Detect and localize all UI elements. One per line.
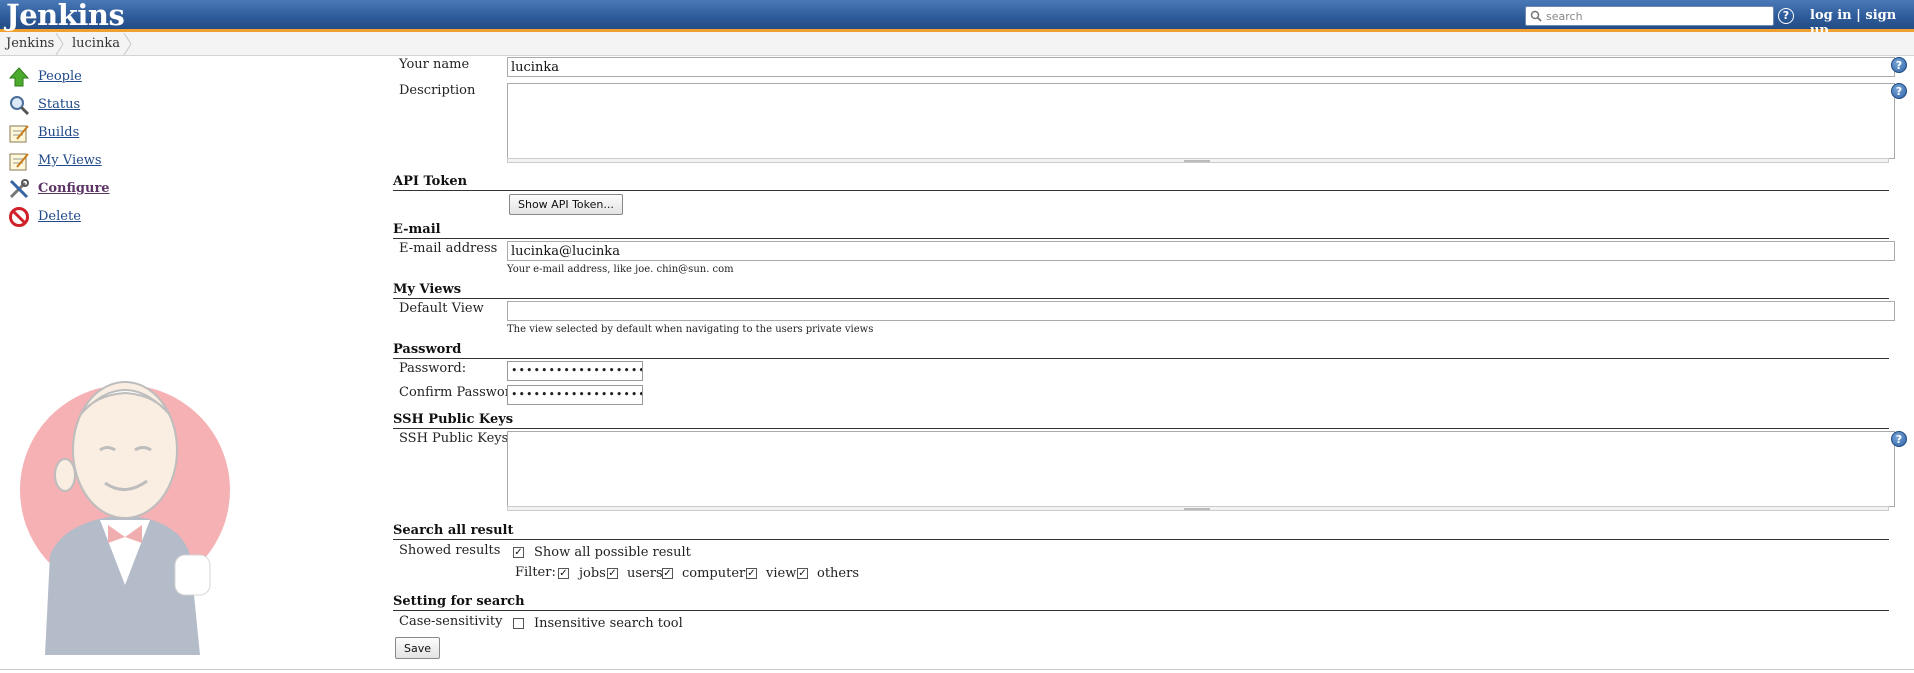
search-all-result-section-title: Search all result	[393, 523, 1889, 540]
filter-label: Filter:	[515, 565, 556, 580]
sidebar-item-label[interactable]: Builds	[38, 125, 79, 140]
filter-users-label: users	[627, 566, 663, 581]
insensitive-search-checkbox[interactable]	[513, 618, 524, 629]
api-token-section-title: API Token	[393, 174, 1889, 191]
footer-divider	[0, 669, 1914, 670]
sidebar-item-label[interactable]: Delete	[38, 209, 81, 224]
sidebar-item-label[interactable]: Status	[38, 97, 80, 112]
no-entry-icon	[9, 207, 29, 227]
up-arrow-icon	[8, 67, 30, 87]
email-input[interactable]	[507, 241, 1895, 261]
help-icon[interactable]: ?	[1891, 83, 1907, 99]
top-header: Jenkins ? log in | sign up	[0, 0, 1914, 38]
sidebar-item-label[interactable]: Configure	[38, 181, 110, 196]
confirm-password-label: Confirm Password:	[399, 385, 524, 400]
notepad-icon	[9, 125, 29, 143]
search-input[interactable]	[1546, 7, 1770, 25]
ssh-keys-section-title: SSH Public Keys	[393, 412, 1889, 429]
email-label: E-mail address	[399, 241, 498, 256]
jenkins-mascot-image	[20, 381, 230, 655]
ssh-keys-textarea[interactable]	[507, 431, 1895, 507]
jenkins-logo[interactable]: Jenkins	[6, 0, 125, 32]
help-icon[interactable]: ?	[1891, 431, 1907, 447]
setting-for-search-section-title: Setting for search	[393, 594, 1889, 611]
tools-icon	[9, 179, 29, 199]
email-hint: Your e-mail address, like joe. chin@sun.…	[507, 264, 734, 275]
password-section-title: Password	[393, 342, 1889, 359]
sidebar-item-label[interactable]: People	[38, 69, 82, 84]
my-views-section-title: My Views	[393, 282, 1889, 299]
description-label: Description	[399, 83, 476, 98]
show-all-checkbox[interactable]: ✓	[513, 547, 524, 558]
case-sensitivity-label: Case-sensitivity	[399, 614, 503, 629]
default-view-input[interactable]	[507, 301, 1895, 321]
breadcrumb-separator-icon	[123, 33, 132, 55]
ssh-keys-label: SSH Public Keys	[399, 431, 509, 446]
show-api-token-button[interactable]: Show API Token...	[509, 194, 623, 215]
breadcrumb-item-lucinka[interactable]: lucinka	[72, 36, 120, 51]
confirm-password-input[interactable]: ••••••••••••••••••••••	[507, 385, 643, 405]
default-view-label: Default View	[399, 301, 484, 316]
filter-computers-label: computers	[682, 566, 752, 581]
save-button[interactable]: Save	[395, 637, 441, 659]
help-icon[interactable]: ?	[1778, 8, 1794, 24]
magnifier-icon	[10, 96, 30, 116]
filter-jobs-checkbox[interactable]: ✓	[558, 568, 569, 579]
sidebar-item-label[interactable]: My Views	[38, 153, 102, 168]
description-textarea[interactable]	[507, 83, 1895, 159]
search-icon	[1530, 10, 1542, 22]
showed-results-label: Showed results	[399, 543, 501, 558]
help-icon[interactable]: ?	[1891, 57, 1907, 73]
ssh-keys-resize-handle[interactable]	[507, 506, 1889, 511]
breadcrumb: Jenkins lucinka	[0, 32, 1914, 56]
show-all-label: Show all possible result	[534, 545, 691, 560]
breadcrumb-item-jenkins[interactable]: Jenkins	[6, 36, 54, 51]
default-view-hint: The view selected by default when naviga…	[507, 324, 874, 335]
email-section-title: E-mail	[393, 222, 1889, 239]
password-input[interactable]: ••••••••••••••••••••••	[507, 361, 643, 381]
notepad-icon	[9, 153, 29, 171]
filter-jobs-label: jobs	[579, 566, 606, 581]
your-name-label: Your name	[399, 57, 470, 72]
description-resize-handle[interactable]	[507, 158, 1889, 163]
login-link[interactable]: log in	[1810, 8, 1852, 23]
insensitive-search-label: Insensitive search tool	[534, 616, 683, 631]
login-separator: |	[1856, 8, 1861, 23]
filter-others-label: others	[817, 566, 860, 581]
filter-users-checkbox[interactable]: ✓	[607, 568, 618, 579]
filter-computers-checkbox[interactable]: ✓	[662, 568, 673, 579]
search-box[interactable]	[1525, 6, 1774, 26]
breadcrumb-separator-icon	[55, 33, 64, 55]
filter-others-checkbox[interactable]: ✓	[797, 568, 808, 579]
filter-view-label: view	[766, 566, 797, 581]
your-name-input[interactable]	[507, 57, 1895, 77]
password-label: Password:	[399, 361, 467, 376]
filter-view-checkbox[interactable]: ✓	[746, 568, 757, 579]
